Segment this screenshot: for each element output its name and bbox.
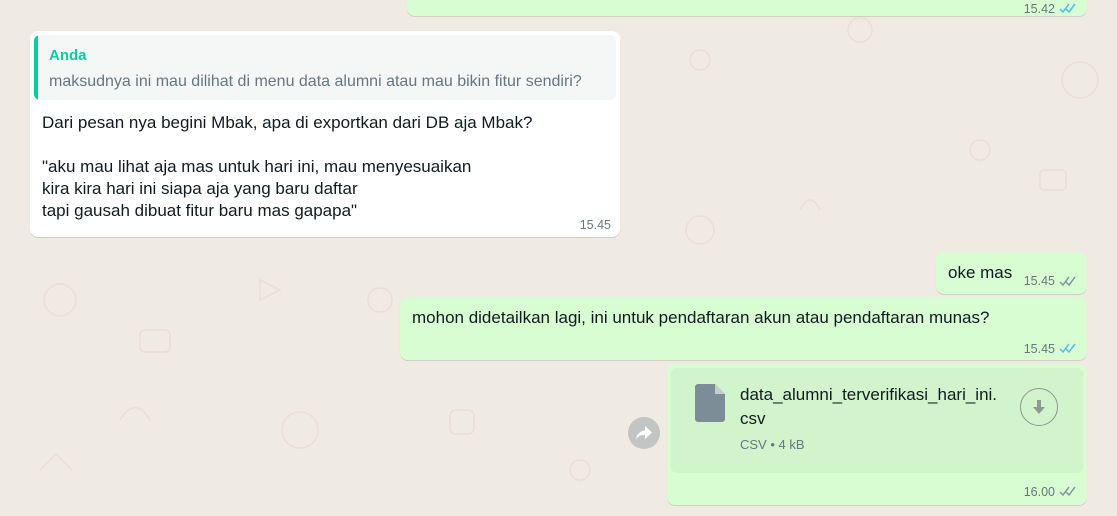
forward-button[interactable] bbox=[628, 417, 660, 449]
message-time: 15.45 bbox=[1023, 274, 1055, 288]
message-text: oke mas bbox=[948, 263, 1013, 282]
message-time: 16.00 bbox=[1023, 485, 1055, 499]
double-check-icon bbox=[1059, 276, 1076, 287]
double-check-icon bbox=[1059, 343, 1076, 354]
quote-accent-bar bbox=[34, 35, 38, 100]
document-card[interactable]: data_alumni_terverifikasi_hari_ini. csv … bbox=[671, 368, 1083, 473]
download-icon bbox=[1033, 400, 1045, 414]
forward-icon bbox=[636, 426, 652, 440]
message-time: 15.45 bbox=[1023, 342, 1055, 356]
quoted-message[interactable]: Anda maksudnya ini mau dilihat di menu d… bbox=[34, 35, 616, 100]
message-bubble-incoming-reply[interactable]: Anda maksudnya ini mau dilihat di menu d… bbox=[30, 31, 620, 237]
message-bubble-outgoing-file[interactable]: data_alumni_terverifikasi_hari_ini. csv … bbox=[667, 364, 1087, 505]
file-meta-separator: • bbox=[770, 437, 775, 452]
message-text: mohon didetailkan lagi, ini untuk pendaf… bbox=[412, 308, 990, 327]
download-button[interactable] bbox=[1020, 388, 1058, 426]
file-type: CSV bbox=[740, 437, 767, 452]
file-size: 4 kB bbox=[778, 437, 805, 452]
file-icon bbox=[695, 384, 725, 422]
file-name: data_alumni_terverifikasi_hari_ini. csv bbox=[740, 385, 998, 428]
message-bubble-outgoing-previous[interactable]: 15.42 bbox=[407, 0, 1087, 16]
quote-text: maksudnya ini mau dilihat di menu data a… bbox=[49, 73, 582, 90]
message-time: 15.45 bbox=[579, 218, 611, 232]
double-check-icon bbox=[1059, 3, 1076, 14]
file-meta: CSV • 4 kB bbox=[740, 437, 805, 452]
message-time: 15.42 bbox=[1023, 2, 1055, 16]
message-text: Dari pesan nya begini Mbak, apa di expor… bbox=[42, 113, 533, 220]
double-check-icon bbox=[1059, 486, 1076, 497]
message-bubble-outgoing-mohon[interactable]: mohon didetailkan lagi, ini untuk pendaf… bbox=[400, 297, 1087, 360]
quote-author: Anda bbox=[49, 47, 87, 64]
message-bubble-outgoing-oke[interactable]: oke mas 15.45 bbox=[936, 252, 1087, 294]
